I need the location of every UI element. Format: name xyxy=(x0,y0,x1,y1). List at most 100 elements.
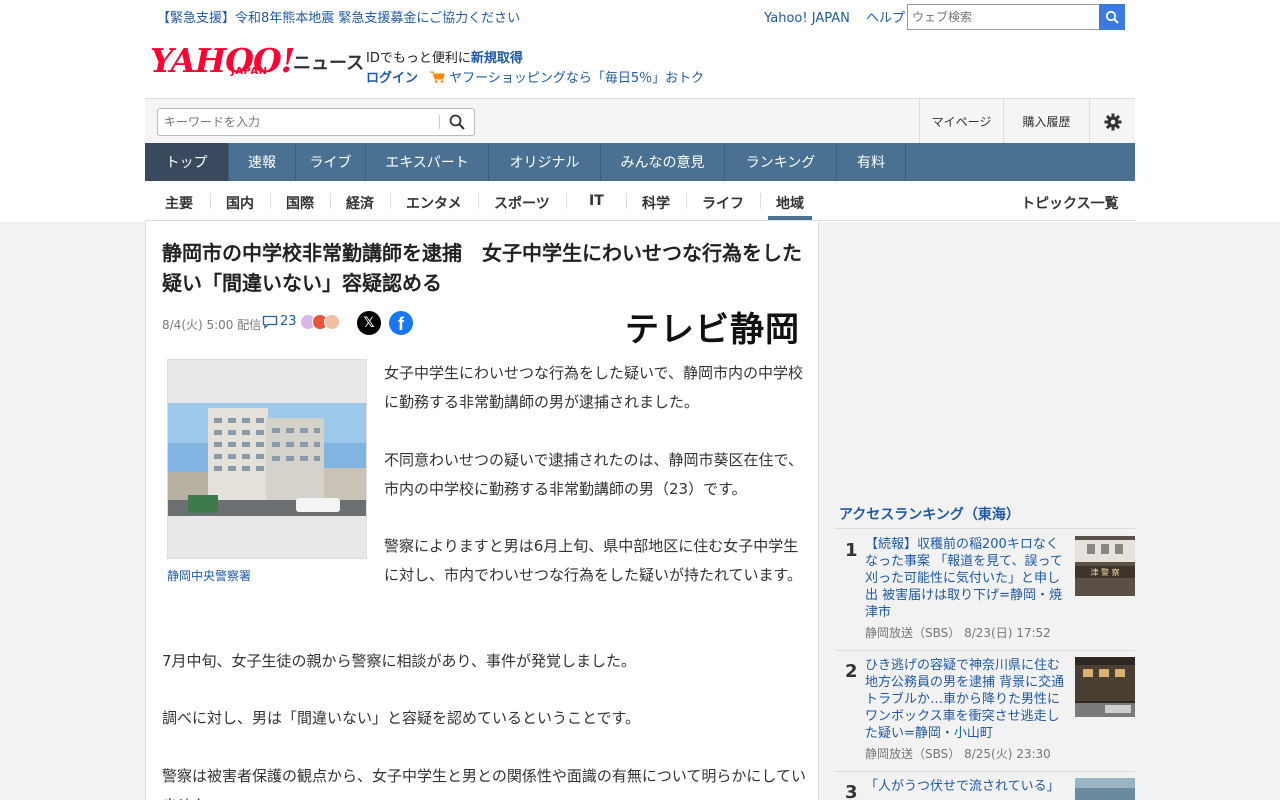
sub-nav-it[interactable]: IT xyxy=(589,193,604,209)
commenter-avatars xyxy=(300,314,340,330)
web-search-button[interactable] xyxy=(1099,4,1125,30)
keyword-search-button[interactable] xyxy=(440,114,474,130)
ranking-divider xyxy=(835,528,1135,529)
ranking-title[interactable]: 【続報】収穫前の稲200キロなくなった事案 「報道を見て、誤って刈った可能性に気… xyxy=(865,536,1067,621)
ranking-item[interactable]: 1 【続報】収穫前の稲200キロなくなった事案 「報道を見て、誤って刈った可能性… xyxy=(835,536,1135,646)
shopping-cart-icon xyxy=(430,71,445,83)
sub-nav-economy[interactable]: 経済 xyxy=(346,193,374,213)
sub-nav-separator xyxy=(210,193,211,209)
yahoo-news-logo[interactable]: YAHOO! JAPAN ニュース xyxy=(150,41,364,80)
river-image xyxy=(1075,778,1135,800)
sub-nav-separator xyxy=(626,193,627,209)
article-paragraph: 女子中学生にわいせつな行為をした疑いで、静岡市内の中学校に勤務する非常勤講師の男… xyxy=(384,364,803,411)
help-link[interactable]: ヘルプ xyxy=(866,11,905,26)
main-nav-ranking[interactable]: ランキング xyxy=(725,143,837,181)
main-nav-top[interactable]: トップ xyxy=(145,143,229,181)
sub-nav-entertainment[interactable]: エンタメ xyxy=(406,193,462,213)
logo-yahoo-text: YAHOO! xyxy=(150,41,295,80)
purchase-history-link[interactable]: 購入履歴 xyxy=(1003,99,1089,144)
ranking-divider xyxy=(835,771,1135,772)
main-nav-breaking[interactable]: 速報 xyxy=(229,143,296,181)
avatar xyxy=(324,314,340,330)
svg-text:津 警 察: 津 警 察 xyxy=(1090,567,1119,577)
web-search-input[interactable] xyxy=(908,5,1099,29)
ranking-number: 3 xyxy=(845,782,858,800)
main-nav-live[interactable]: ライブ xyxy=(296,143,366,181)
ranking-number: 1 xyxy=(845,540,858,561)
sub-nav-separator xyxy=(478,193,479,209)
ranking-thumbnail[interactable]: 津 警 察 xyxy=(1075,536,1135,596)
sub-nav-separator xyxy=(566,193,567,209)
article-paragraph: 不同意わいせつの疑いで逮捕されたのは、静岡市葵区在住で、市内の中学校に勤務する非… xyxy=(384,451,803,498)
search-icon xyxy=(449,114,465,130)
keyword-search-input[interactable] xyxy=(158,115,439,129)
emergency-alert-link[interactable]: 【緊急支援】令和8年熊本地震 緊急支援募金にご協力ください xyxy=(157,7,520,26)
access-ranking-title[interactable]: アクセスランキング（東海） xyxy=(839,504,1020,524)
main-nav-original[interactable]: オリジナル xyxy=(489,143,601,181)
police-station-image xyxy=(168,403,366,516)
logo-japan-text: JAPAN xyxy=(231,66,268,77)
ranking-divider xyxy=(835,650,1135,651)
logo-news-text: ニュース xyxy=(293,53,365,74)
ranking-number: 2 xyxy=(845,661,858,682)
ranking-thumbnail[interactable] xyxy=(1075,778,1135,800)
article-paragraph: 7月中旬、女子生徒の親から警察に相談があり、事件が発覚しました。 xyxy=(162,652,636,670)
ranking-item[interactable]: 3 「人がうつ伏せで流されている」 xyxy=(835,778,1135,800)
photo-caption: 静岡中央警察署 xyxy=(167,569,252,583)
main-nav-paid[interactable]: 有料 xyxy=(837,143,906,181)
sub-nav-international[interactable]: 国際 xyxy=(286,193,314,213)
ranking-thumbnail[interactable] xyxy=(1075,657,1135,717)
settings-button[interactable] xyxy=(1089,99,1135,144)
x-share-button[interactable]: 𝕏 xyxy=(357,311,381,335)
login-link[interactable]: ログイン xyxy=(366,71,418,86)
web-search-box xyxy=(907,4,1125,30)
register-link[interactable]: 新規取得 xyxy=(471,51,523,66)
sub-nav-domestic[interactable]: 国内 xyxy=(226,193,254,213)
comment-count: 23 xyxy=(280,314,297,329)
facebook-icon: f xyxy=(398,314,404,334)
police-station-night-image xyxy=(1075,657,1135,717)
sub-nav-local[interactable]: 地域 xyxy=(776,193,804,213)
ranking-item[interactable]: 2 ひき逃げの容疑で神奈川県に住む地方公務員の男を逮捕 背景に交通トラブルか…車… xyxy=(835,657,1135,767)
id-promo: IDでもっと便利に新規取得 xyxy=(366,47,523,66)
keyword-search-box xyxy=(157,108,475,136)
comments-link[interactable]: 23 xyxy=(262,314,297,329)
mypage-link[interactable]: マイページ xyxy=(919,99,1003,144)
top-links: Yahoo! JAPAN ヘルプ xyxy=(752,7,905,26)
x-icon: 𝕏 xyxy=(363,315,375,331)
login-row: ログイン ヤフーショッピングなら「毎日5％」おトク xyxy=(366,67,704,86)
main-nav: トップ 速報 ライブ エキスパート オリジナル みんなの意見 ランキング 有料 xyxy=(145,143,1135,181)
sub-nav-separator xyxy=(390,193,391,209)
ranking-title[interactable]: ひき逃げの容疑で神奈川県に住む地方公務員の男を逮捕 背景に交通トラブルか…車から… xyxy=(865,657,1067,742)
topics-list-link[interactable]: トピックス一覧 xyxy=(1021,193,1119,213)
search-icon xyxy=(1105,10,1119,24)
article-headline: 静岡市の中学校非常勤講師を逮捕 女子中学生にわいせつな行為をした疑い「間違いない… xyxy=(162,241,802,295)
source-logo[interactable]: テレビ静岡 xyxy=(625,302,800,351)
sub-nav-separator xyxy=(760,193,761,209)
yahoo-japan-link[interactable]: Yahoo! JAPAN xyxy=(764,11,850,26)
gear-icon xyxy=(1104,113,1121,130)
main-nav-opinions[interactable]: みんなの意見 xyxy=(601,143,725,181)
sub-nav-sports[interactable]: スポーツ xyxy=(494,193,550,213)
article-paragraph: 調べに対し、男は「間違いない」と容疑を認めているということです。 xyxy=(162,709,641,727)
sub-nav-main[interactable]: 主要 xyxy=(165,193,193,213)
ranking-source: 静岡放送（SBS） 8/25(火) 23:30 xyxy=(865,747,1051,761)
article-date: 8/4(火) 5:00 配信 xyxy=(162,318,262,332)
id-promo-text: IDでもっと便利に xyxy=(366,51,471,66)
ranking-source: 静岡放送（SBS） 8/23(日) 17:52 xyxy=(865,626,1051,640)
sub-nav-science[interactable]: 科学 xyxy=(642,193,670,213)
facebook-share-button[interactable]: f xyxy=(389,311,413,335)
article-paragraph: 警察は被害者保護の観点から、女子中学生と男との関係性や面識の有無について明らかに… xyxy=(162,767,806,800)
top-bar: 【緊急支援】令和8年熊本地震 緊急支援募金にご協力ください Yahoo! JAP… xyxy=(145,0,1135,32)
main-nav-expert[interactable]: エキスパート xyxy=(366,143,489,181)
sub-nav-life[interactable]: ライフ xyxy=(702,193,744,213)
article-paragraph: 警察によりますと男は6月上旬、県中部地区に住む女子中学生に対し、市内でわいせつな… xyxy=(384,537,803,584)
police-building-image: 津 警 察 xyxy=(1075,536,1135,596)
sub-nav-separator xyxy=(270,193,271,209)
ranking-title[interactable]: 「人がうつ伏せで流されている」 xyxy=(865,778,1067,795)
shopping-promo-link[interactable]: ヤフーショッピングなら「毎日5％」おトク xyxy=(449,71,704,86)
sub-nav-active-indicator xyxy=(768,216,812,220)
article-photo[interactable] xyxy=(167,359,367,559)
comment-icon xyxy=(262,315,278,329)
sub-nav-separator xyxy=(330,193,331,209)
